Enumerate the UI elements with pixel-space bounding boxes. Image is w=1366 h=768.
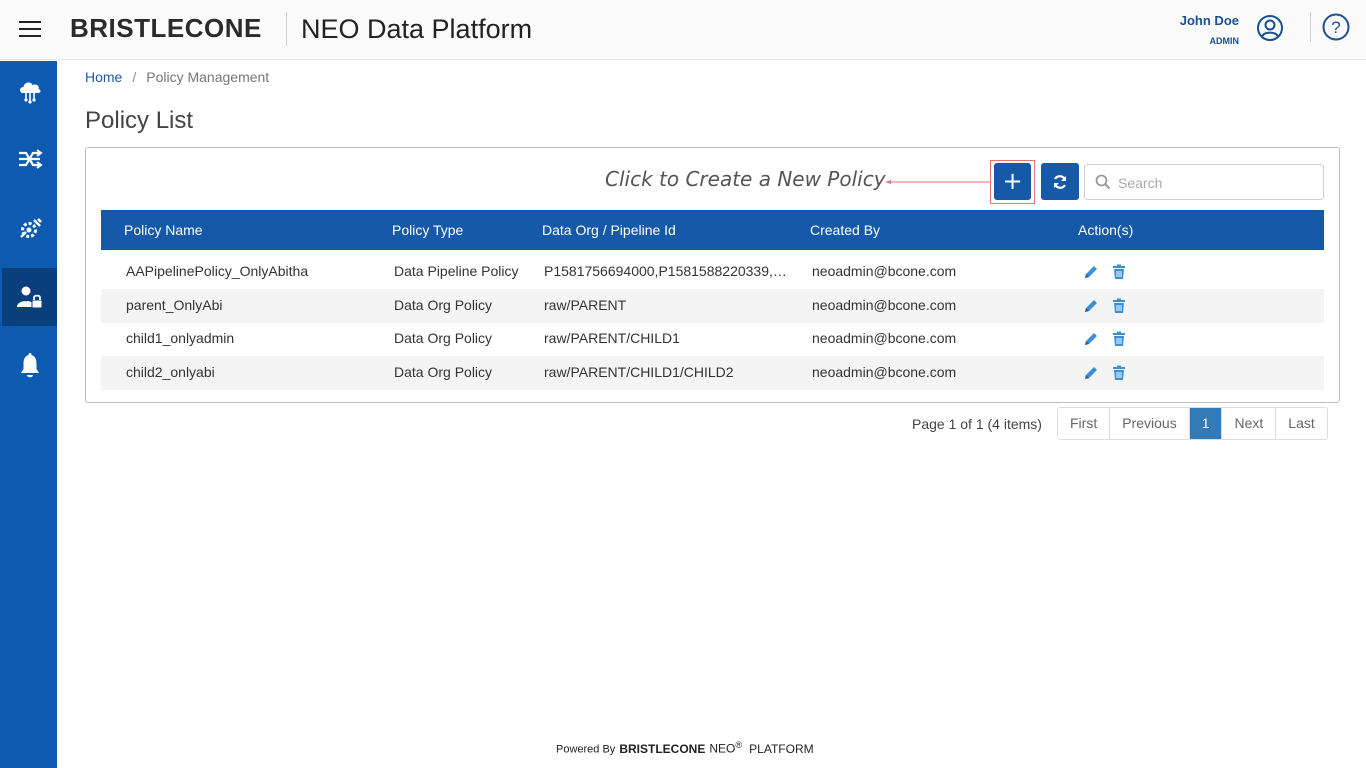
refresh-button[interactable] [1041,163,1079,200]
hint-arrow-icon [885,180,991,184]
svg-text:?: ? [1331,18,1340,37]
table-row[interactable]: child2_onlyabi Data Org Policy raw/PAREN… [101,356,1324,390]
policy-name-cell: child2_onlyabi [126,364,215,380]
hamburger-menu-icon[interactable] [19,21,41,39]
column-header-created-by[interactable]: Created By [810,222,880,238]
user-lock-icon [16,286,42,309]
footer-registered-mark: ® [735,740,743,750]
header-divider [286,12,287,46]
column-header-actions: Action(s) [1078,222,1134,238]
edit-pencil-icon[interactable] [1083,264,1099,280]
bell-icon [20,353,39,378]
page-title: Policy List [85,107,194,134]
search-input[interactable] [1118,172,1318,194]
app-title: NEO Data Platform [301,14,533,44]
delete-trash-icon[interactable] [1111,365,1127,381]
delete-trash-icon[interactable] [1111,298,1127,314]
edit-pencil-icon[interactable] [1083,331,1099,347]
pagination-info: Page 1 of 1 (4 items) [912,416,1042,432]
help-icon[interactable]: ? [1322,13,1350,41]
sidebar-item-settings[interactable] [2,200,57,258]
bristlecone-logo: BRISTLECONE [70,13,262,43]
delete-trash-icon[interactable] [1111,264,1127,280]
cloud-network-icon [19,82,41,104]
breadcrumb-home-link[interactable]: Home [85,69,122,85]
footer-neo: NEO [709,741,736,756]
created-by-cell: neoadmin@bcone.com [812,364,957,380]
policy-type-cell: Data Org Policy [394,297,493,313]
sidebar-item-pipelines[interactable] [2,130,57,188]
created-by-cell: neoadmin@bcone.com [812,297,957,313]
policy-type-cell: Data Pipeline Policy [394,263,519,279]
column-header-policy-type[interactable]: Policy Type [392,222,463,238]
footer: Powered By BRISTLECONE NEO® PLATFORM [556,740,814,756]
header-divider-right [1310,12,1311,42]
table-row[interactable]: child1_onlyadmin Data Org Policy raw/PAR… [101,322,1324,356]
delete-trash-icon[interactable] [1111,331,1127,347]
footer-powered-by: Powered By [556,743,616,756]
pipeline-shuffle-icon [18,149,43,169]
table-header: Policy Name Policy Type Data Org / Pipel… [101,210,1324,250]
created-by-cell: neoadmin@bcone.com [812,330,957,346]
column-header-data-org[interactable]: Data Org / Pipeline Id [542,222,676,238]
user-role: ADMIN [1209,36,1240,46]
create-policy-hint: Click to Create a New Policy [605,167,886,191]
pagination-previous[interactable]: Previous [1110,408,1190,439]
user-account-icon[interactable] [1256,14,1284,42]
pagination: First Previous 1 Next Last [1057,407,1328,440]
sidebar-item-data-cloud[interactable] [2,61,57,119]
data-org-cell: raw/PARENT [544,297,627,313]
policy-name-cell: parent_OnlyAbi [126,297,223,313]
pagination-last[interactable]: Last [1276,408,1327,439]
table-row[interactable]: AAPipelinePolicy_OnlyAbitha Data Pipelin… [101,255,1324,289]
breadcrumb-separator: / [132,69,137,85]
footer-brand-logo: BRISTLECONE [619,741,706,756]
table-row[interactable]: parent_OnlyAbi Data Org Policy raw/PAREN… [101,289,1324,323]
search-icon [1095,174,1111,190]
data-org-cell: raw/PARENT/CHILD1/CHILD2 [544,364,734,380]
pagination-first[interactable]: First [1058,408,1111,439]
refresh-icon [1053,174,1067,189]
column-header-policy-name[interactable]: Policy Name [124,222,203,238]
edit-pencil-icon[interactable] [1083,298,1099,314]
settings-tools-icon [19,218,42,238]
breadcrumb-current: Policy Management [146,69,270,85]
search-box [1084,164,1324,200]
data-org-cell: P1581756694000,P1581588220339,P158158822… [544,263,792,279]
policy-name-cell: AAPipelinePolicy_OnlyAbitha [126,263,309,279]
sidebar-item-policy-management[interactable] [2,268,57,326]
edit-pencil-icon[interactable] [1083,365,1099,381]
policy-type-cell: Data Org Policy [394,364,493,380]
created-by-cell: neoadmin@bcone.com [812,263,957,279]
policy-type-cell: Data Org Policy [394,330,493,346]
sidebar-item-notifications[interactable] [2,337,57,395]
policy-name-cell: child1_onlyadmin [126,330,235,346]
footer-platform: PLATFORM [749,741,814,756]
top-header: BRISTLECONE NEO Data Platform John Doe A… [0,0,1366,60]
user-name[interactable]: John Doe [1180,13,1239,28]
pagination-next[interactable]: Next [1222,408,1277,439]
add-policy-button[interactable]: + [994,163,1031,200]
data-org-cell: raw/PARENT/CHILD1 [544,330,680,346]
pagination-page-1[interactable]: 1 [1189,408,1223,439]
sidebar [0,61,57,768]
breadcrumb: Home / Policy Management [85,69,269,85]
